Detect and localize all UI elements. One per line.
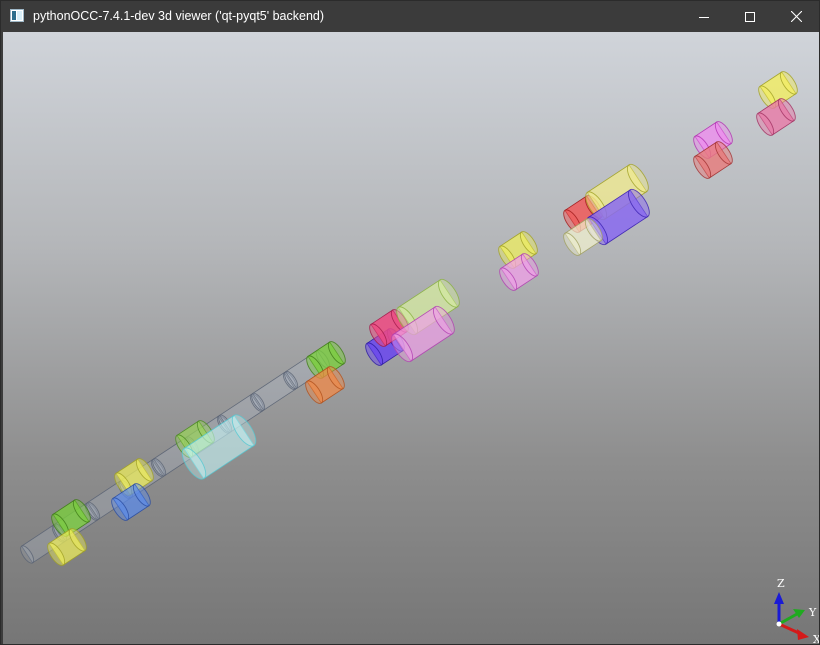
close-icon <box>790 11 802 22</box>
maximize-icon <box>745 11 755 22</box>
app-window: pythonOCC-7.4.1-dev 3d viewer ('qt-pyqt5… <box>0 0 820 645</box>
z-axis-arrow <box>774 592 784 604</box>
app-icon <box>10 9 24 22</box>
z-axis-label: Z <box>777 577 785 590</box>
y-axis <box>778 612 798 626</box>
3d-viewport[interactable]: Z Y X <box>3 32 819 644</box>
shell-pink[interactable] <box>753 96 798 138</box>
y-axis-label: Y <box>808 606 817 619</box>
minimize-button[interactable] <box>681 1 727 32</box>
title-bar[interactable]: pythonOCC-7.4.1-dev 3d viewer ('qt-pyqt5… <box>1 1 819 32</box>
x-axis-arrow <box>797 629 809 640</box>
maximize-button[interactable] <box>727 1 773 32</box>
3d-scene[interactable] <box>3 32 819 644</box>
x-axis-label: X <box>813 633 819 644</box>
window-title: pythonOCC-7.4.1-dev 3d viewer ('qt-pyqt5… <box>33 9 325 23</box>
minimize-icon <box>699 16 709 18</box>
close-button[interactable] <box>773 1 819 32</box>
axis-trihedron: Z Y X <box>774 577 819 644</box>
axis-origin <box>776 621 782 627</box>
